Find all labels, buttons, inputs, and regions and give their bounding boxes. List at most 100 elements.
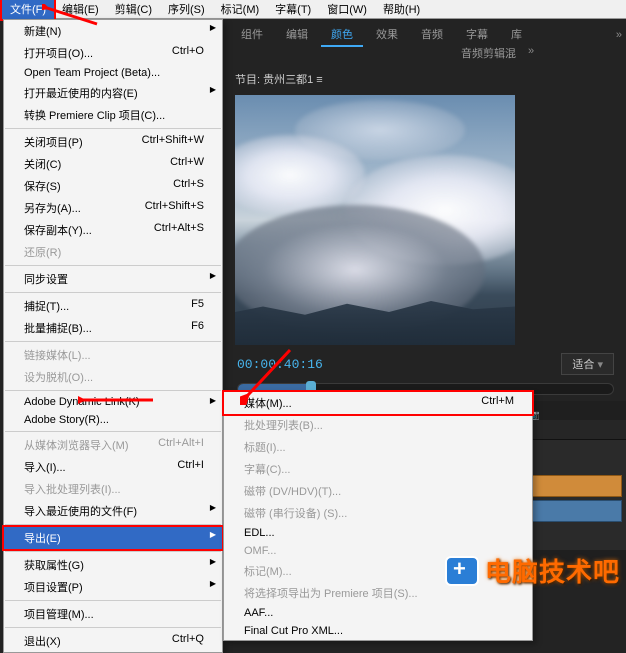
menu-separator <box>5 390 221 391</box>
file-menu-item[interactable]: 项目设置(P)▶ <box>4 576 222 598</box>
workspace-tab-audio[interactable]: 音频 <box>411 23 453 47</box>
file-menu-item[interactable]: 保存副本(Y)... Ctrl+Alt+S <box>4 219 222 241</box>
chevron-right-icon[interactable]: » <box>522 42 540 64</box>
menubar-help[interactable]: 帮助(H) <box>375 0 428 19</box>
flyout-arrow-icon: ▶ <box>210 503 216 512</box>
export-menu-item: 批处理列表(B)... <box>224 414 532 436</box>
export-menu-item[interactable]: EDL... <box>224 524 532 542</box>
menu-item-label: OMF... <box>244 545 276 557</box>
menubar-edit[interactable]: 编辑(E) <box>54 0 107 19</box>
source-tab[interactable]: 音频剪辑混 <box>455 42 522 64</box>
file-menu-item[interactable]: Adobe Dynamic Link(K) ▶ <box>4 393 222 411</box>
menu-item-label: 设为脱机(O)... <box>24 369 93 385</box>
flyout-arrow-icon: ▶ <box>210 271 216 280</box>
workspace-tab-assembly[interactable]: 组件 <box>231 23 273 47</box>
menu-item-label: 批量捕捉(B)... <box>24 320 92 336</box>
file-menu-item[interactable]: 导出(E)▶ <box>4 527 222 549</box>
file-menu-dropdown: 新建(N)▶打开项目(O)...Ctrl+OOpen Team Project … <box>3 19 223 653</box>
menu-separator <box>5 431 221 432</box>
file-menu-item[interactable]: 捕捉(T)... F5 <box>4 295 222 317</box>
menu-item-label: 获取属性(G) <box>24 557 84 573</box>
file-menu-item: 从媒体浏览器导入(M) Ctrl+Alt+I <box>4 434 222 456</box>
export-menu-item[interactable]: 媒体(M)...Ctrl+M <box>224 392 532 414</box>
menu-item-label: 捕捉(T)... <box>24 298 69 314</box>
menu-item-label: 导入批处理列表(I)... <box>24 481 121 497</box>
workspace-tab-color[interactable]: 颜色 <box>321 23 363 47</box>
menu-item-shortcut: Ctrl+I <box>177 459 204 475</box>
menubar-file[interactable]: 文件(F) <box>2 0 54 19</box>
program-sequence-title: 节目: 贵州三都1 ≡ <box>225 67 626 91</box>
export-menu-item: 标记(M)... <box>224 560 532 582</box>
menubar-sequence[interactable]: 序列(S) <box>160 0 213 19</box>
menu-item-shortcut: Ctrl+S <box>173 178 204 194</box>
menu-item-label: 打开项目(O)... <box>24 45 93 61</box>
export-menu-item: 标题(I)... <box>224 436 532 458</box>
file-menu-item[interactable]: 同步设置▶ <box>4 268 222 290</box>
menu-separator <box>5 128 221 129</box>
export-menu-item: 磁带 (串行设备) (S)... <box>224 502 532 524</box>
export-menu-item: 字幕(C)... <box>224 458 532 480</box>
menu-item-label: 保存副本(Y)... <box>24 222 92 238</box>
file-menu-item[interactable]: 退出(X)Ctrl+Q <box>4 630 222 652</box>
menu-item-label: 批处理列表(B)... <box>244 417 323 433</box>
menu-item-label: 磁带 (DV/HDV)(T)... <box>244 483 341 499</box>
file-menu-item[interactable]: 关闭(C)Ctrl+W <box>4 153 222 175</box>
workspace-tab-editing[interactable]: 编辑 <box>276 23 318 47</box>
file-menu-item[interactable]: 导入(I)... Ctrl+I <box>4 456 222 478</box>
menu-item-label: 从媒体浏览器导入(M) <box>24 437 129 453</box>
menu-item-label: 转换 Premiere Clip 项目(C)... <box>24 107 165 123</box>
menu-item-label: 退出(X) <box>24 633 61 649</box>
menu-item-label: 关闭项目(P) <box>24 134 83 150</box>
menu-item-label: 还原(R) <box>24 244 61 260</box>
menu-item-label: 字幕(C)... <box>244 461 290 477</box>
menu-item-label: 导入(I)... <box>24 459 66 475</box>
workspace-tab-effects[interactable]: 效果 <box>366 23 408 47</box>
workspace-tabs: 组件 编辑 颜色 效果 音频 字幕 库 » <box>225 19 626 47</box>
menu-item-shortcut: Ctrl+Alt+S <box>154 222 204 238</box>
menubar-title[interactable]: 字幕(T) <box>267 0 319 19</box>
menu-item-label: 项目管理(M)... <box>24 606 94 622</box>
menubar-marker[interactable]: 标记(M) <box>213 0 268 19</box>
menu-separator <box>5 265 221 266</box>
file-menu-item[interactable]: 批量捕捉(B)...F6 <box>4 317 222 339</box>
file-menu-item[interactable]: 获取属性(G)▶ <box>4 554 222 576</box>
menu-item-label: 链接媒体(L)... <box>24 347 91 363</box>
menu-item-label: Final Cut Pro XML... <box>244 625 343 637</box>
file-menu-item[interactable]: Open Team Project (Beta)... <box>4 64 222 82</box>
export-menu-item[interactable]: Final Cut Pro XML... <box>224 622 532 640</box>
program-monitor-viewer[interactable] <box>235 95 515 345</box>
flyout-arrow-icon: ▶ <box>210 396 216 405</box>
file-menu-item[interactable]: 保存(S)Ctrl+S <box>4 175 222 197</box>
menu-item-shortcut: Ctrl+Alt+I <box>158 437 204 453</box>
file-menu-item[interactable]: Adobe Story(R)... <box>4 411 222 429</box>
file-menu-item[interactable]: 导入最近使用的文件(F)▶ <box>4 500 222 522</box>
flyout-arrow-icon: ▶ <box>210 530 216 539</box>
file-menu-item[interactable]: 打开项目(O)...Ctrl+O <box>4 42 222 64</box>
menubar-clip[interactable]: 剪辑(C) <box>107 0 160 19</box>
menu-item-shortcut: F5 <box>191 298 204 314</box>
file-menu-item[interactable]: 关闭项目(P)Ctrl+Shift+W <box>4 131 222 153</box>
menu-item-label: EDL... <box>244 527 275 539</box>
menu-item-label: 新建(N) <box>24 23 61 39</box>
flyout-arrow-icon: ▶ <box>210 85 216 94</box>
menu-item-label: 另存为(A)... <box>24 200 81 216</box>
menu-item-label: 标记(M)... <box>244 563 292 579</box>
menu-item-label: 磁带 (串行设备) (S)... <box>244 505 347 521</box>
menu-item-label: Adobe Dynamic Link(K) <box>24 396 140 408</box>
menu-item-label: 标题(I)... <box>244 439 286 455</box>
file-menu-item[interactable]: 打开最近使用的内容(E)▶ <box>4 82 222 104</box>
menubar-window[interactable]: 窗口(W) <box>319 0 375 19</box>
export-menu-item: OMF... <box>224 542 532 560</box>
file-menu-item[interactable]: 另存为(A)...Ctrl+Shift+S <box>4 197 222 219</box>
program-timecode[interactable]: 00:00:40:16 <box>237 357 323 372</box>
export-menu-item: 将选择项导出为 Premiere 项目(S)... <box>224 582 532 604</box>
file-menu-item[interactable]: 项目管理(M)... <box>4 603 222 625</box>
menu-item-label: 将选择项导出为 Premiere 项目(S)... <box>244 585 418 601</box>
zoom-fit-select[interactable]: 适合 <box>561 353 614 375</box>
file-menu-item[interactable]: 新建(N)▶ <box>4 20 222 42</box>
expand-arrow-icon[interactable]: » <box>616 29 622 41</box>
menu-separator <box>5 600 221 601</box>
menubar: 文件(F) 编辑(E) 剪辑(C) 序列(S) 标记(M) 字幕(T) 窗口(W… <box>0 0 626 19</box>
export-menu-item[interactable]: AAF... <box>224 604 532 622</box>
file-menu-item[interactable]: 转换 Premiere Clip 项目(C)... <box>4 104 222 126</box>
